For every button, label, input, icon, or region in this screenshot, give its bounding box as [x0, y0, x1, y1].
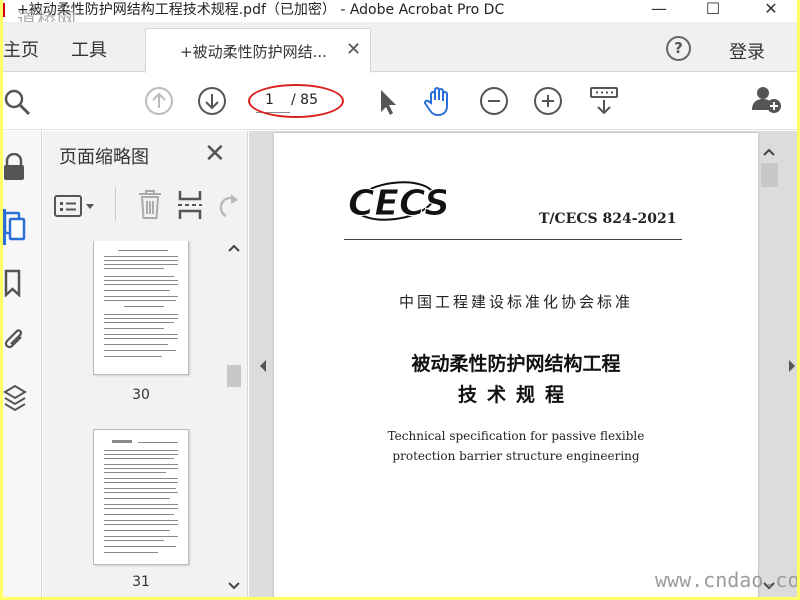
login-button[interactable]: 登录 [729, 38, 765, 64]
window-title: +被动柔性防护网结构工程技术规程.pdf（已加密） - Adobe Acroba… [17, 2, 505, 18]
extract-pages-icon[interactable] [177, 189, 205, 225]
expand-right-icon[interactable] [787, 359, 797, 373]
page-number-annotation [248, 84, 344, 118]
help-icon[interactable]: ? [666, 36, 691, 61]
tab-tools[interactable]: 工具 [71, 36, 107, 62]
document-view[interactable]: CECS T/CECS 824-2021 中国工程建设标准化协会标准 被动柔性防… [249, 131, 797, 597]
lock-icon[interactable] [3, 152, 25, 180]
scroll-down-icon [228, 582, 240, 590]
standard-organization: 中国工程建设标准化协会标准 [398, 293, 633, 311]
close-window-button[interactable]: ✕ [751, 0, 791, 20]
thumbnail-page-31[interactable] [93, 429, 189, 565]
search-icon[interactable] [3, 87, 31, 116]
document-scrollbar[interactable] [759, 139, 779, 597]
thumbnail-number: 31 [132, 574, 150, 590]
header-rule [344, 239, 682, 240]
tool-divider [115, 187, 116, 221]
svg-text:CECS: CECS [348, 183, 446, 224]
document-scroll-thumb[interactable] [761, 163, 778, 187]
tab-row: 主页 工具 +被动柔性防护网结... ✕ ? 登录 [3, 22, 797, 73]
delete-icon[interactable] [137, 189, 163, 225]
left-rail [3, 131, 42, 597]
bookmark-icon[interactable] [3, 269, 25, 298]
rotate-icon[interactable] [219, 191, 241, 223]
thumbnail-list: 30 31 [43, 241, 221, 597]
watermark-bottom-right: www.cndao.com [655, 568, 797, 592]
english-title-line2: protection barrier structure engineering [392, 449, 640, 463]
close-panel-icon[interactable]: ✕ [204, 139, 226, 169]
hand-tool-icon[interactable] [424, 85, 452, 117]
attachment-icon[interactable] [3, 325, 25, 351]
pdf-app-icon [3, 3, 9, 17]
select-tool-icon[interactable] [373, 87, 401, 115]
document-title-line1: 被动柔性防护网结构工程 [411, 353, 621, 375]
thumbnail-number: 30 [132, 387, 150, 403]
tab-document[interactable]: +被动柔性防护网结... ✕ [145, 28, 371, 73]
close-tab-icon[interactable]: ✕ [346, 39, 361, 60]
doc-scroll-up-icon [763, 148, 775, 156]
thumbnails-scrollbar[interactable] [224, 241, 244, 597]
thumbnail-page-30[interactable] [93, 241, 189, 375]
previous-page-button[interactable] [145, 87, 173, 115]
share-user-icon[interactable] [751, 84, 781, 113]
acrobat-window: +被动柔性防护网结构工程技术规程.pdf（已加密） - Adobe Acroba… [3, 0, 797, 597]
minimize-button[interactable]: — [639, 0, 679, 20]
thumbnails-scroll-thumb[interactable] [227, 365, 241, 387]
next-page-button[interactable] [198, 87, 226, 115]
options-menu-icon[interactable] [53, 193, 101, 223]
document-title-line2: 技术规程 [457, 384, 574, 406]
maximize-button[interactable]: ☐ [693, 0, 733, 20]
zoom-out-icon[interactable] [480, 87, 508, 115]
panel-title: 页面缩略图 [59, 147, 149, 168]
tab-home[interactable]: 主页 [3, 36, 39, 62]
zoom-in-icon[interactable] [534, 87, 562, 115]
document-tab-label: +被动柔性防护网结... [180, 43, 327, 61]
scroll-mode-icon[interactable] [588, 85, 618, 115]
cecs-logo: CECS [346, 171, 451, 227]
scroll-up-icon [228, 244, 240, 252]
pdf-page: CECS T/CECS 824-2021 中国工程建设标准化协会标准 被动柔性防… [274, 133, 758, 597]
layers-icon[interactable] [3, 383, 27, 412]
page-thumbnails-icon[interactable] [3, 211, 26, 241]
panel-toolbar [53, 187, 243, 225]
title-bar: +被动柔性防护网结构工程技术规程.pdf（已加密） - Adobe Acroba… [3, 0, 797, 31]
thumbnails-panel: 页面缩略图 ✕ 30 31 [43, 131, 248, 597]
standard-number: T/CECS 824-2021 [539, 211, 677, 227]
english-title-line1: Technical specification for passive flex… [387, 429, 645, 443]
collapse-left-icon[interactable] [258, 359, 268, 373]
toolbar: 1 / 85 [3, 73, 797, 130]
